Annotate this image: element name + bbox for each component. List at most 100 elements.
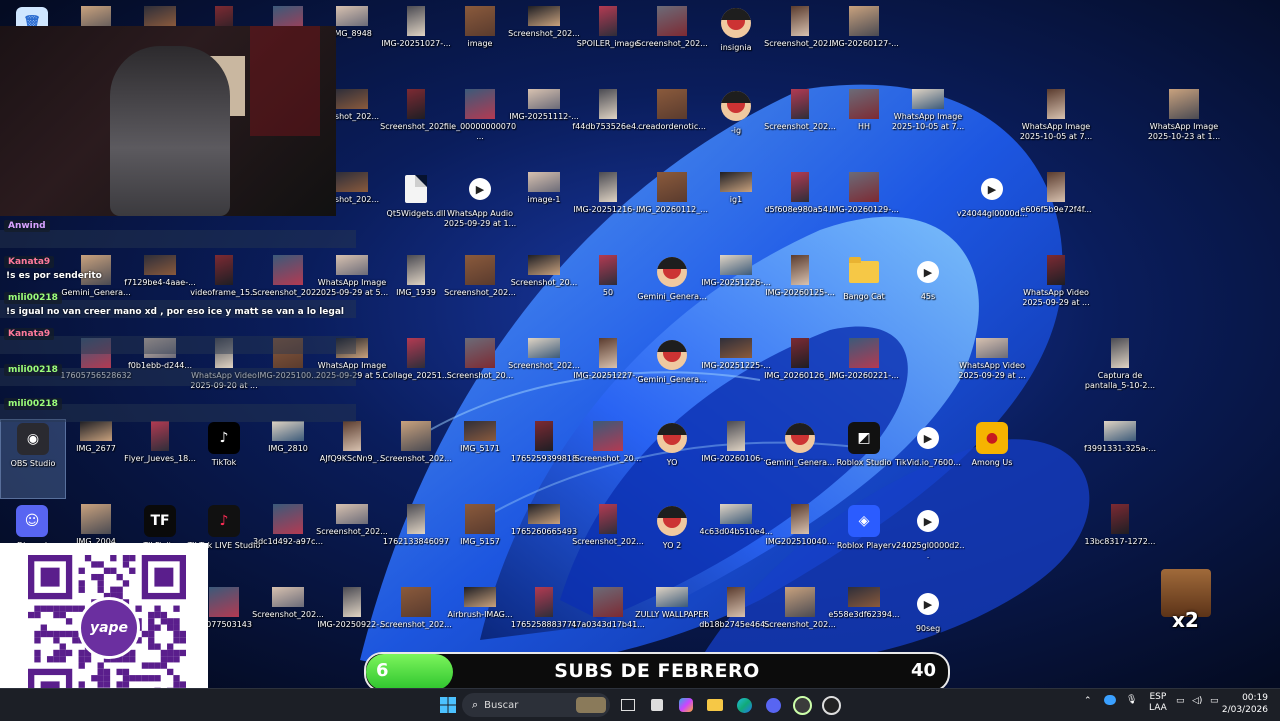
desktop-icon[interactable]: IMG-20251112-...: [509, 87, 579, 165]
taskbar-search[interactable]: ⌕ Buscar: [462, 693, 610, 717]
battery-icon[interactable]: ▭: [1210, 696, 1219, 706]
desktop-icon[interactable]: ▶ v24025gl0000d2...: [891, 502, 965, 580]
desktop-icon[interactable]: f44db753526e4...: [572, 87, 644, 165]
desktop-icon[interactable]: Screenshot_202...: [764, 4, 836, 82]
desktop-icon[interactable]: Screenshot_202...: [764, 87, 836, 165]
desktop-icon[interactable]: YO: [640, 419, 704, 497]
desktop-icon[interactable]: f3991331-325a-...: [1084, 419, 1156, 497]
desktop-icon[interactable]: ▶ WhatsApp Audio 2025-09-29 at 1...: [444, 170, 516, 248]
desktop-icon[interactable]: Screenshot_202...: [572, 502, 644, 580]
desktop-icon[interactable]: Qt5Widgets.dll: [384, 170, 448, 248]
network-icon[interactable]: ▭: [1176, 696, 1185, 706]
desktop-icon[interactable]: 4c63d04b510e4...: [700, 502, 772, 580]
desktop-icon[interactable]: Screenshot_202...: [636, 4, 708, 82]
desktop-icon[interactable]: -ig: [704, 87, 768, 165]
desktop-icon[interactable]: 1765260665493: [511, 502, 577, 580]
desktop-icon[interactable]: IMG-20260221-...: [829, 336, 899, 414]
onedrive-icon[interactable]: [1104, 695, 1116, 705]
desktop-icon[interactable]: 3dc1d492-a97c...: [253, 502, 323, 580]
desktop-icon[interactable]: Flyer_Jueves_18...: [124, 419, 196, 497]
taskbar-app-file-explorer[interactable]: [703, 693, 727, 717]
copilot-button[interactable]: [674, 693, 698, 717]
desktop-icon[interactable]: WhatsApp Image 2025-10-05 at 7...: [1020, 87, 1092, 165]
desktop-icon[interactable]: Screenshot_202...: [508, 336, 580, 414]
desktop-icon[interactable]: Gemini_Genera...: [765, 419, 835, 497]
desktop-icon[interactable]: 1765259399818: [511, 419, 577, 497]
microphone-icon[interactable]: 🎙: [1126, 695, 1137, 705]
taskbar-app-1[interactable]: [790, 693, 814, 717]
desktop-icon[interactable]: IMG_5157: [448, 502, 512, 580]
desktop-icon[interactable]: HH: [832, 87, 896, 165]
desktop-icon[interactable]: d5f608e980a54...: [764, 170, 836, 248]
taskbar-app-discord[interactable]: [761, 693, 785, 717]
desktop-icon[interactable]: image-1: [512, 170, 576, 248]
desktop-icon[interactable]: 1762133846097: [383, 502, 449, 580]
desktop-icon[interactable]: ▶ v24044gl0000d...: [957, 170, 1027, 248]
desktop-icon[interactable]: IMG_5171: [448, 419, 512, 497]
desktop-icon[interactable]: Screenshot_202...: [508, 4, 580, 82]
desktop-icon[interactable]: ig1: [704, 170, 768, 248]
start-button[interactable]: [436, 693, 460, 717]
desktop-icon[interactable]: Screenshot_202...: [380, 87, 452, 165]
desktop-icon[interactable]: IMG_1939: [384, 253, 448, 331]
desktop-icon[interactable]: IMG-20251227-...: [573, 336, 643, 414]
desktop-icon[interactable]: AJfQ9KScNn9_...: [320, 419, 384, 497]
desktop-icon[interactable]: 13bc8317-1272...: [1085, 502, 1155, 580]
desktop-icon[interactable]: 50: [576, 253, 640, 331]
desktop-icon[interactable]: IMG_20260112_...: [636, 170, 708, 248]
volume-icon[interactable]: ◁): [1192, 696, 1202, 706]
desktop-icon[interactable]: IMG-20251225-...: [701, 336, 771, 414]
desktop-icon[interactable]: WhatsApp Video 2025-09-29 at ...: [1022, 253, 1090, 331]
photo-thumbnail-icon: [791, 6, 809, 36]
desktop-icon[interactable]: SPOILER_image: [576, 4, 640, 82]
desktop-icon[interactable]: Gemini_Genera...: [637, 253, 707, 331]
desktop-icon[interactable]: IMG202510040...: [766, 502, 834, 580]
desktop-icon[interactable]: Screenshot_20...: [447, 336, 513, 414]
desktop-icon[interactable]: e606f5b9e72f4f...: [1020, 170, 1092, 248]
desktop-icon[interactable]: insignia: [704, 4, 768, 82]
desktop-icon[interactable]: ◉ OBS Studio: [0, 419, 66, 499]
desktop-icon[interactable]: Screenshot_20...: [575, 419, 641, 497]
clock[interactable]: 00:19 2/03/2026: [1222, 692, 1268, 716]
desktop-icon[interactable]: file_00000000070...: [444, 87, 516, 165]
tray-overflow-chevron-icon[interactable]: ⌃: [1084, 696, 1092, 706]
desktop-icon[interactable]: ▶ 45s: [896, 253, 960, 331]
desktop-icon[interactable]: IMG-20260129-...: [829, 170, 899, 248]
desktop-icon[interactable]: IMG_2810: [256, 419, 320, 497]
desktop-icon[interactable]: YO 2: [640, 502, 704, 580]
desktop-icon[interactable]: WhatsApp Image 2025-10-05 at 7...: [892, 87, 964, 165]
desktop-icon[interactable]: ▶ TikVid.io_7600...: [895, 419, 961, 497]
qr-module: [110, 555, 117, 562]
desktop-icon[interactable]: IMG-20260125-...: [765, 253, 835, 331]
desktop-icon[interactable]: IMG-20250922-...: [317, 585, 387, 663]
desktop-icon[interactable]: image: [448, 4, 512, 82]
desktop-icon[interactable]: IMG-20260106-...: [701, 419, 771, 497]
desktop-icon[interactable]: IMG_2677: [64, 419, 128, 497]
desktop-icon[interactable]: IMG-20251216-...: [573, 170, 643, 248]
desktop-icon[interactable]: WhatsApp Image 2025-10-23 at 1...: [1148, 87, 1220, 165]
desktop-icon[interactable]: Collage_20251...: [383, 336, 449, 414]
desktop-icon[interactable]: Screenshot_202...: [252, 585, 324, 663]
desktop-icon[interactable]: ◈ Roblox Player: [832, 502, 896, 580]
desktop-icon[interactable]: Screenshot_202...: [316, 502, 388, 580]
desktop-icon[interactable]: WhatsApp Video 2025-09-29 at ...: [958, 336, 1026, 414]
desktop-icon[interactable]: ● Among Us: [960, 419, 1024, 497]
language-indicator[interactable]: ESP LAA: [1149, 692, 1167, 714]
taskbar-app-edge[interactable]: [732, 693, 756, 717]
desktop-icon[interactable]: ◩ Roblox Studio: [832, 419, 896, 497]
task-view-button[interactable]: [616, 693, 640, 717]
taskbar-app-2[interactable]: [819, 693, 843, 717]
desktop-icon[interactable]: ♪ TikTok: [192, 419, 256, 497]
desktop-icon[interactable]: IMG-20260127-...: [829, 4, 899, 82]
desktop-icon[interactable]: Screenshot_202...: [380, 419, 452, 497]
desktop-icon[interactable]: IMG-20251027-...: [381, 4, 451, 82]
desktop-icon[interactable]: Captura de pantalla_5-10-2...: [1085, 336, 1155, 414]
desktop-icon[interactable]: Screenshot_202...: [444, 253, 516, 331]
desktop-icon[interactable]: IMG_20260126_...: [764, 336, 836, 414]
desktop-icon[interactable]: Screenshot_20...: [511, 253, 577, 331]
desktop-icon[interactable]: Bango Cat: [832, 253, 896, 331]
desktop-icon[interactable]: Gemini_Genera...: [637, 336, 707, 414]
desktop-icon[interactable]: IMG-20251226-...: [701, 253, 771, 331]
desktop-icon[interactable]: creadordenotic...: [638, 87, 706, 165]
widgets-button[interactable]: [645, 693, 669, 717]
